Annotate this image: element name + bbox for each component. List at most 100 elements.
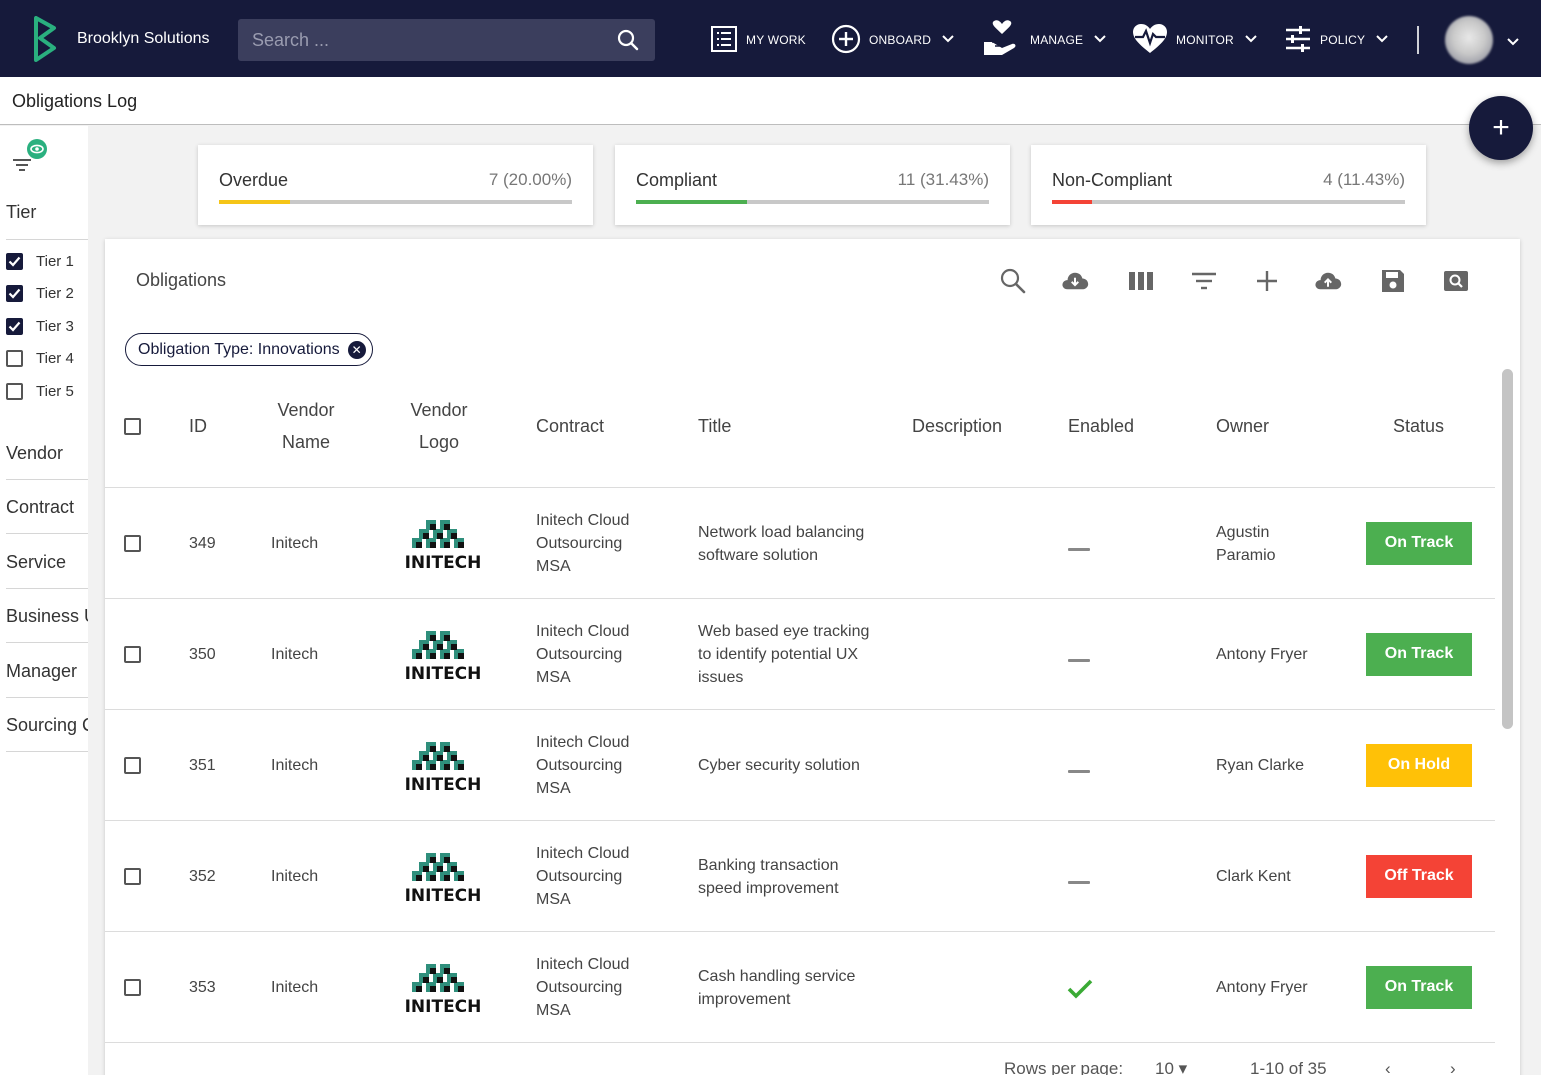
- nav-policy[interactable]: POLICY: [1284, 20, 1389, 60]
- nav-monitor-label: MONITOR: [1176, 33, 1234, 47]
- status-badge[interactable]: On Track: [1366, 521, 1472, 565]
- tier-filter-option[interactable]: Tier 3: [6, 315, 74, 337]
- checkbox-checked[interactable]: [6, 252, 23, 270]
- row-checkbox[interactable]: [124, 756, 141, 774]
- nav-onboard[interactable]: ONBOARD: [831, 20, 955, 60]
- previous-page-button[interactable]: ‹: [1385, 1059, 1391, 1075]
- nav-my-work-label: MY WORK: [746, 33, 806, 47]
- cell-vendor-name[interactable]: Initech: [271, 643, 318, 666]
- chevron-left-icon: ‹: [1385, 1059, 1391, 1075]
- filter-icon[interactable]: [1190, 267, 1218, 295]
- tier-filter-option[interactable]: Tier 1: [6, 250, 74, 272]
- column-header-vendor-name[interactable]: Vendor Name: [271, 394, 341, 458]
- column-header-contract[interactable]: Contract: [536, 410, 604, 442]
- column-header-description[interactable]: Description: [912, 410, 1002, 442]
- download-icon[interactable]: [1061, 267, 1089, 295]
- row-checkbox[interactable]: [124, 645, 141, 663]
- cell-line: speed improvement: [698, 879, 839, 897]
- checkbox-unchecked[interactable]: [6, 349, 23, 367]
- sidebar-section-manager[interactable]: Manager: [6, 661, 77, 682]
- status-badge[interactable]: On Hold: [1366, 743, 1472, 787]
- sidebar-divider: [6, 642, 88, 643]
- column-header-id[interactable]: ID: [189, 410, 207, 442]
- row-checkbox[interactable]: [124, 534, 141, 552]
- search-input[interactable]: [238, 19, 598, 61]
- saved-search-icon[interactable]: [1442, 267, 1470, 295]
- cell-contract[interactable]: Initech Cloud Outsourcing MSA: [536, 509, 629, 578]
- column-header-status[interactable]: Status: [1393, 410, 1444, 442]
- user-avatar[interactable]: [1445, 16, 1493, 64]
- table-row[interactable]: 353 Initech INITECH Initech Cloud Outsourc…: [105, 932, 1495, 1043]
- cell-title[interactable]: Cyber security solution: [698, 754, 860, 777]
- tier-label: Tier 4: [36, 349, 74, 367]
- active-filter-chip[interactable]: Obligation Type: Innovations ✕: [125, 333, 373, 366]
- row-checkbox[interactable]: [124, 867, 141, 885]
- table-row[interactable]: 349 Initech INITECH Initech Cloud Outsourc…: [105, 488, 1495, 599]
- summary-progress-fill: [219, 200, 290, 204]
- nav-monitor[interactable]: MONITOR: [1132, 20, 1258, 60]
- sidebar-section-business-unit[interactable]: Business Unit: [6, 606, 88, 627]
- chevron-down-icon[interactable]: [1375, 33, 1389, 47]
- cell-title[interactable]: Web based eye tracking to identify potent…: [698, 620, 869, 689]
- cell-contract[interactable]: Initech Cloud Outsourcing MSA: [536, 953, 629, 1022]
- cell-title[interactable]: Cash handling service improvement: [698, 965, 855, 1011]
- column-header-title[interactable]: Title: [698, 410, 731, 442]
- chevron-down-icon[interactable]: [1506, 34, 1520, 52]
- status-badge[interactable]: On Track: [1366, 632, 1472, 676]
- sidebar-section-service[interactable]: Service: [6, 552, 66, 573]
- sidebar-section-sourcing-category[interactable]: Sourcing Category: [6, 715, 88, 736]
- summary-card-compliant[interactable]: Compliant 11 (31.43%): [615, 145, 1010, 225]
- brand-name[interactable]: Brooklyn Solutions: [77, 30, 210, 48]
- table-row[interactable]: 351 Initech INITECH Initech Cloud Outsourc…: [105, 710, 1495, 821]
- search-icon[interactable]: [617, 29, 639, 56]
- filter-visibility-icon[interactable]: [12, 138, 54, 179]
- add-icon[interactable]: [1253, 267, 1281, 295]
- cell-vendor-name[interactable]: Initech: [271, 865, 318, 888]
- cell-owner: Clark Kent: [1216, 865, 1291, 888]
- cell-contract[interactable]: Initech Cloud Outsourcing MSA: [536, 620, 629, 689]
- cell-contract[interactable]: Initech Cloud Outsourcing MSA: [536, 842, 629, 911]
- cell-vendor-name[interactable]: Initech: [271, 532, 318, 555]
- chevron-down-icon[interactable]: [1244, 33, 1258, 47]
- tier-label: Tier 3: [36, 317, 74, 335]
- chevron-down-icon[interactable]: [941, 33, 955, 47]
- sidebar-section-contract[interactable]: Contract: [6, 497, 74, 518]
- cell-vendor-name[interactable]: Initech: [271, 754, 318, 777]
- tier-filter-option[interactable]: Tier 4: [6, 347, 74, 369]
- search-icon[interactable]: [999, 267, 1027, 295]
- chevron-down-icon[interactable]: [1093, 33, 1107, 47]
- cell-vendor-name[interactable]: Initech: [271, 976, 318, 999]
- column-header-enabled[interactable]: Enabled: [1068, 410, 1134, 442]
- cell-title[interactable]: Network load balancing software solution: [698, 521, 864, 567]
- row-checkbox[interactable]: [124, 978, 141, 996]
- columns-icon[interactable]: [1127, 267, 1155, 295]
- status-badge[interactable]: Off Track: [1366, 854, 1472, 898]
- column-header-owner[interactable]: Owner: [1216, 410, 1269, 442]
- add-obligation-button[interactable]: +: [1469, 96, 1533, 160]
- cell-title[interactable]: Banking transaction speed improvement: [698, 854, 839, 900]
- save-icon[interactable]: [1379, 267, 1407, 295]
- rows-per-page-select[interactable]: 10 ▾: [1155, 1059, 1187, 1075]
- nav-my-work[interactable]: MY WORK: [710, 20, 806, 60]
- upload-icon[interactable]: [1314, 267, 1342, 295]
- tier-filter-option[interactable]: Tier 2: [6, 282, 74, 304]
- brand-logo-icon[interactable]: [30, 16, 60, 67]
- tier-filter-option[interactable]: Tier 5: [6, 380, 74, 402]
- status-badge[interactable]: On Track: [1366, 965, 1472, 1009]
- summary-card-non-compliant[interactable]: Non-Compliant 4 (11.43%): [1031, 145, 1426, 225]
- checkbox-checked[interactable]: [6, 317, 23, 335]
- cell-contract[interactable]: Initech Cloud Outsourcing MSA: [536, 731, 629, 800]
- select-all-checkbox[interactable]: [124, 418, 141, 435]
- summary-card-overdue[interactable]: Overdue 7 (20.00%): [198, 145, 593, 225]
- close-icon[interactable]: ✕: [347, 340, 366, 359]
- next-page-button[interactable]: ›: [1450, 1059, 1456, 1075]
- checkbox-checked[interactable]: [6, 284, 23, 302]
- logo-text: INITECH: [405, 997, 482, 1016]
- sidebar-section-vendor[interactable]: Vendor: [6, 443, 63, 464]
- nav-manage[interactable]: MANAGE: [982, 19, 1107, 60]
- table-row[interactable]: 350 Initech INITECH Initech Cloud Outsourc…: [105, 599, 1495, 710]
- column-header-vendor-logo[interactable]: Vendor Logo: [404, 394, 474, 458]
- checkbox-unchecked[interactable]: [6, 382, 23, 400]
- table-row[interactable]: 352 Initech INITECH Initech Cloud Outsourc…: [105, 821, 1495, 932]
- vertical-scrollbar[interactable]: [1502, 369, 1513, 729]
